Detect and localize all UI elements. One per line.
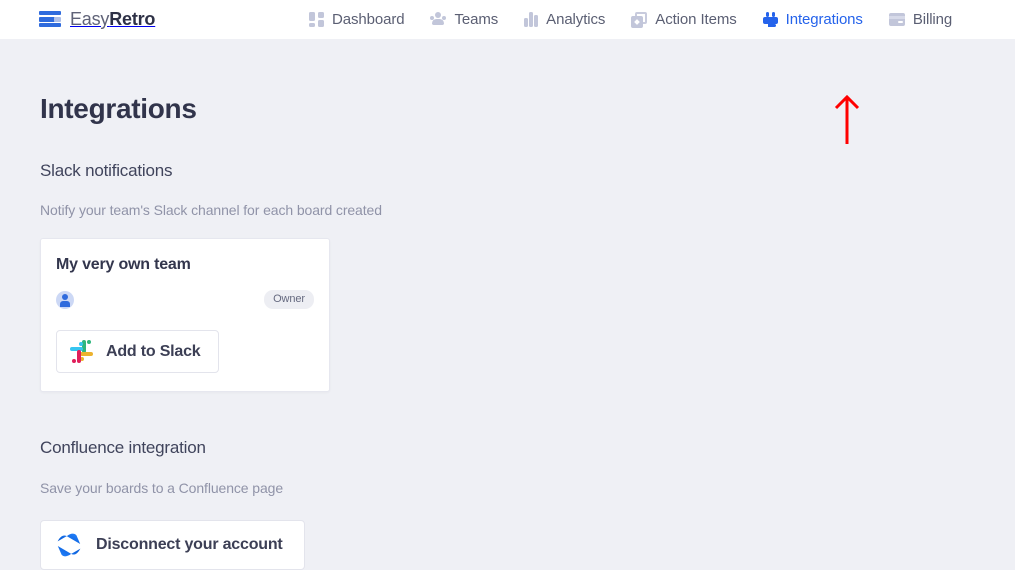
- brand-logo-link[interactable]: EasyRetro: [39, 9, 155, 30]
- role-badge: Owner: [264, 290, 314, 309]
- slack-hash-icon: [70, 340, 93, 363]
- nav-item-dashboard[interactable]: Dashboard: [296, 0, 417, 39]
- confluence-section-title: Confluence integration: [40, 438, 975, 458]
- checklist-cards-icon: [631, 12, 647, 28]
- add-to-slack-button[interactable]: Add to Slack: [56, 330, 219, 373]
- page-title: Integrations: [40, 39, 975, 125]
- top-navigation-bar: EasyRetro Dashboard Teams Analytics Ac: [0, 0, 1015, 39]
- team-card: My very own team Owner Add to Slack: [40, 238, 330, 392]
- nav-label-billing: Billing: [913, 11, 952, 28]
- confluence-section-description: Save your boards to a Confluence page: [40, 480, 975, 496]
- nav-item-billing[interactable]: Billing: [876, 0, 965, 39]
- nav-label-dashboard: Dashboard: [332, 11, 404, 28]
- confluence-logo-icon: [56, 532, 82, 558]
- slack-section-description: Notify your team's Slack channel for eac…: [40, 202, 975, 218]
- add-to-slack-label: Add to Slack: [106, 343, 201, 361]
- nav-links: Dashboard Teams Analytics Action Items I: [296, 0, 965, 39]
- page-content: Integrations Slack notifications Notify …: [0, 39, 1015, 570]
- nav-item-action-items[interactable]: Action Items: [618, 0, 749, 39]
- dashboard-grid-icon: [309, 12, 324, 27]
- bar-chart-icon: [524, 12, 538, 27]
- disconnect-account-button[interactable]: Disconnect your account: [40, 520, 305, 570]
- nav-item-integrations[interactable]: Integrations: [750, 0, 876, 39]
- brand-name: EasyRetro: [70, 9, 155, 30]
- team-name: My very own team: [56, 256, 314, 274]
- people-group-icon: [430, 12, 446, 27]
- brand-name-bold: Retro: [109, 9, 155, 29]
- nav-label-analytics: Analytics: [546, 11, 605, 28]
- nav-label-integrations: Integrations: [786, 11, 863, 28]
- easyretro-bars-logo-icon: [39, 10, 61, 30]
- nav-item-analytics[interactable]: Analytics: [511, 0, 618, 39]
- team-meta-row: Owner: [56, 290, 314, 309]
- nav-label-teams: Teams: [454, 11, 498, 28]
- nav-label-action-items: Action Items: [655, 11, 736, 28]
- credit-card-icon: [889, 13, 905, 26]
- slack-section-title: Slack notifications: [40, 161, 975, 181]
- brand-name-light: Easy: [70, 9, 109, 29]
- user-avatar-icon: [56, 291, 74, 309]
- nav-item-teams[interactable]: Teams: [417, 0, 511, 39]
- plug-icon: [763, 12, 778, 28]
